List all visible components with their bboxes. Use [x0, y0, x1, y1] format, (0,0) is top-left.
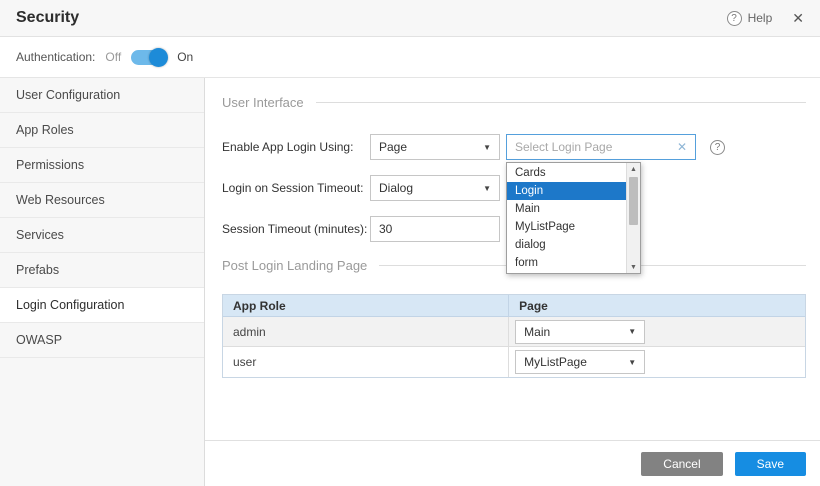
session-timeout-login-label: Login on Session Timeout:: [222, 181, 370, 195]
scroll-down-icon[interactable]: ▼: [627, 261, 640, 273]
close-icon[interactable]: ✕: [792, 10, 804, 27]
table-row: admin Main ▼: [223, 317, 805, 347]
authentication-bar: Authentication: Off On: [0, 37, 820, 78]
user-page-select[interactable]: MyListPage ▼: [515, 350, 645, 374]
chevron-down-icon: ▼: [483, 184, 491, 193]
authentication-toggle[interactable]: [131, 50, 167, 65]
toggle-off-label: Off: [105, 50, 121, 64]
sidebar-item-permissions[interactable]: Permissions: [0, 148, 204, 183]
section-divider: [316, 102, 806, 103]
authentication-label: Authentication:: [16, 50, 95, 64]
session-timeout-minutes-label: Session Timeout (minutes):: [222, 222, 370, 236]
sidebar: User Configuration App Roles Permissions…: [0, 78, 205, 486]
cancel-button[interactable]: Cancel: [641, 452, 722, 476]
sidebar-item-app-roles[interactable]: App Roles: [0, 113, 204, 148]
chevron-down-icon: ▼: [483, 143, 491, 152]
footer-bar: Cancel Save: [205, 440, 820, 486]
admin-page-select[interactable]: Main ▼: [515, 320, 645, 344]
dropdown-option-mylistpage[interactable]: MyListPage: [507, 218, 626, 236]
enable-app-login-value: Page: [379, 140, 407, 154]
session-timeout-minutes-input[interactable]: [370, 216, 500, 242]
enable-app-login-label: Enable App Login Using:: [222, 140, 370, 154]
dropdown-option-form[interactable]: form: [507, 254, 626, 272]
admin-page-value: Main: [524, 325, 550, 339]
section-user-interface: User Interface: [222, 94, 806, 110]
dropdown-option-login[interactable]: Login: [507, 182, 626, 200]
table-header-app-role: App Role: [223, 299, 508, 313]
main-content: User Interface Enable App Login Using: P…: [205, 78, 820, 486]
sidebar-item-user-configuration[interactable]: User Configuration: [0, 78, 204, 113]
save-button[interactable]: Save: [735, 452, 806, 476]
login-page-input[interactable]: [515, 140, 673, 154]
enable-app-login-row: Enable App Login Using: Page ▼ ✕ ?: [222, 134, 806, 160]
field-help-icon[interactable]: ?: [710, 140, 725, 155]
app-role-cell: admin: [223, 317, 508, 346]
sidebar-item-login-configuration[interactable]: Login Configuration: [0, 288, 204, 323]
table-header-row: App Role Page: [223, 295, 805, 317]
dialog-header: Security ? Help ✕: [0, 0, 820, 37]
chevron-down-icon: ▼: [628, 327, 636, 336]
login-page-combobox[interactable]: ✕: [506, 134, 696, 160]
login-page-dropdown: Cards Login Main MyListPage dialog form …: [506, 162, 641, 274]
dropdown-option-list: Cards Login Main MyListPage dialog form: [507, 163, 626, 273]
sidebar-item-owasp[interactable]: OWASP: [0, 323, 204, 358]
page-cell: Main ▼: [508, 317, 805, 346]
session-timeout-login-select[interactable]: Dialog ▼: [370, 175, 500, 201]
sidebar-item-prefabs[interactable]: Prefabs: [0, 253, 204, 288]
user-page-value: MyListPage: [524, 355, 587, 369]
section-post-login-title: Post Login Landing Page: [222, 258, 367, 273]
dropdown-scrollbar[interactable]: ▲ ▼: [626, 163, 640, 273]
sidebar-item-services[interactable]: Services: [0, 218, 204, 253]
toggle-on-label: On: [177, 50, 193, 64]
dropdown-option-cards[interactable]: Cards: [507, 164, 626, 182]
toggle-knob: [149, 48, 168, 67]
app-role-cell: user: [223, 347, 508, 377]
scrollbar-thumb[interactable]: [629, 177, 638, 225]
table-header-page: Page: [508, 295, 805, 316]
table-row: user MyListPage ▼: [223, 347, 805, 377]
section-user-interface-title: User Interface: [222, 95, 304, 110]
page-title: Security: [16, 9, 79, 27]
landing-page-table: App Role Page admin Main ▼ user MyListPa…: [222, 294, 806, 378]
clear-icon[interactable]: ✕: [677, 140, 687, 154]
help-icon[interactable]: ?: [727, 11, 742, 26]
scroll-up-icon[interactable]: ▲: [627, 163, 640, 175]
dropdown-option-main[interactable]: Main: [507, 200, 626, 218]
session-timeout-login-value: Dialog: [379, 181, 413, 195]
sidebar-item-web-resources[interactable]: Web Resources: [0, 183, 204, 218]
enable-app-login-select[interactable]: Page ▼: [370, 134, 500, 160]
page-cell: MyListPage ▼: [508, 347, 805, 377]
help-label[interactable]: Help: [748, 11, 773, 25]
chevron-down-icon: ▼: [628, 358, 636, 367]
dropdown-option-dialog[interactable]: dialog: [507, 236, 626, 254]
